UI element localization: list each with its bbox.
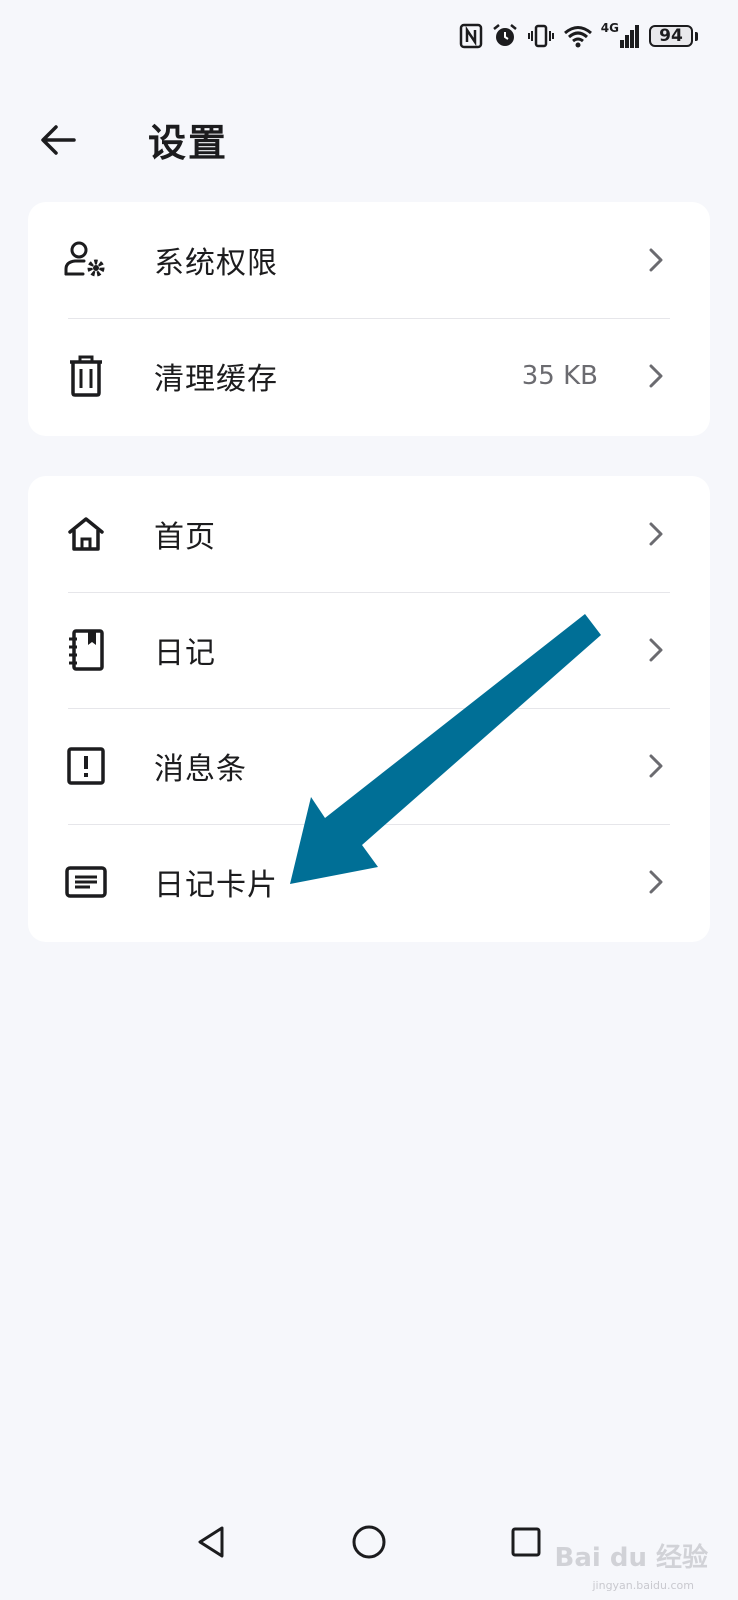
settings-card-widgets: 首页 日记 消息条 日记卡片: [28, 476, 710, 942]
settings-row-diary-card[interactable]: 日记卡片: [28, 824, 710, 940]
user-settings-icon: [62, 236, 110, 284]
status-bar: 4G 94: [459, 18, 698, 54]
diary-icon: [62, 626, 110, 674]
circle-home-icon: [352, 1525, 386, 1559]
settings-row-label: 日记: [154, 636, 216, 671]
settings-row-label: 日记卡片: [154, 868, 278, 903]
settings-row-clear-cache[interactable]: 清理缓存 35 KB: [28, 318, 710, 434]
settings-row-diary[interactable]: 日记: [28, 592, 710, 708]
settings-row-system-permissions[interactable]: 系统权限: [28, 202, 710, 318]
battery-indicator: 94: [649, 25, 698, 47]
page-title: 设置: [148, 121, 229, 165]
nav-back-button[interactable]: [188, 1518, 236, 1566]
signal-4g-icon: 4G: [601, 22, 641, 50]
network-label: 4G: [600, 21, 619, 35]
chevron-right-icon: [649, 248, 663, 272]
back-button[interactable]: [36, 118, 80, 162]
card-icon: [62, 858, 110, 906]
cache-size-value: 35 KB: [521, 361, 598, 391]
battery-tip: [695, 31, 698, 41]
vibrate-icon: [527, 24, 554, 48]
home-icon: [62, 510, 110, 558]
arrow-left-icon: [41, 125, 76, 155]
chevron-right-icon: [649, 870, 663, 894]
header: 设置: [0, 100, 738, 180]
chevron-right-icon: [649, 754, 663, 778]
trash-icon: [62, 352, 110, 400]
square-recents-icon: [511, 1527, 541, 1557]
settings-card-system: 系统权限 清理缓存 35 KB: [28, 202, 710, 436]
wifi-icon: [563, 26, 592, 48]
nav-home-button[interactable]: [345, 1518, 393, 1566]
settings-row-home[interactable]: 首页: [28, 476, 710, 592]
chevron-right-icon: [649, 522, 663, 546]
triangle-back-icon: [198, 1526, 224, 1558]
settings-row-message-bar[interactable]: 消息条: [28, 708, 710, 824]
watermark: Bai du 经验: [554, 1543, 709, 1573]
chevron-right-icon: [649, 364, 663, 388]
settings-row-label: 消息条: [154, 752, 247, 787]
nfc-icon: [459, 23, 483, 49]
nav-recents-button[interactable]: [502, 1518, 550, 1566]
system-nav-bar: Bai du 经验 jingyan.baidu.com: [0, 1490, 738, 1600]
settings-row-label: 首页: [154, 520, 216, 555]
alert-box-icon: [62, 742, 110, 790]
chevron-right-icon: [649, 638, 663, 662]
alarm-icon: [493, 24, 517, 46]
watermark-url: jingyan.baidu.com: [592, 1579, 694, 1592]
settings-row-label: 清理缓存: [154, 362, 278, 397]
settings-row-label: 系统权限: [154, 246, 278, 281]
battery-level: 94: [649, 25, 693, 47]
